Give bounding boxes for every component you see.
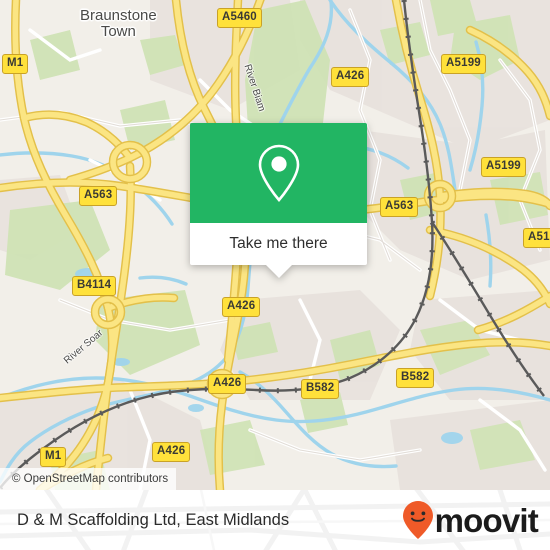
place-label-line2: Town	[100, 23, 136, 41]
take-me-there-button[interactable]: Take me there	[190, 223, 367, 278]
moovit-wordmark: moovit	[434, 501, 539, 539]
popup-image-panel	[190, 123, 367, 223]
location-popup-card[interactable]: Take me there	[190, 123, 367, 278]
road-shield-b4114: B4114	[72, 276, 117, 296]
footer-bar: D & M Scaffolding Ltd, East Midlands moo…	[0, 490, 550, 550]
road-shield-a426-mid: A426	[222, 297, 261, 317]
road-shield-a426-southwest: A426	[152, 442, 191, 462]
osm-attribution-text: © OpenStreetMap contributors	[12, 473, 169, 485]
road-shield-m1-north: M1	[2, 54, 29, 74]
take-me-there-label: Take me there	[229, 235, 328, 252]
location-title: D & M Scaffolding Ltd, East Midlands	[17, 490, 289, 550]
road-shield-b582-east: B582	[396, 368, 435, 388]
map-canvas[interactable]: Braunstone Town River Biam River Soar A5…	[0, 0, 550, 490]
location-pin-icon	[258, 144, 299, 202]
road-shield-a5199-mid: A5199	[481, 157, 526, 177]
moovit-logo[interactable]: moovit	[402, 490, 539, 550]
moovit-map-screenshot: Braunstone Town River Biam River Soar A5…	[0, 0, 550, 550]
popup-tail-pointer	[265, 265, 292, 278]
road-shield-a5199-edge: A519	[523, 228, 550, 248]
road-shield-a426-north: A426	[331, 67, 370, 87]
road-shield-a5460: A5460	[217, 8, 262, 28]
road-shield-a5199-north: A5199	[441, 54, 486, 74]
place-label-braunstone-town: Braunstone Town	[80, 7, 157, 41]
road-shield-m1-south: M1	[40, 447, 67, 467]
location-title-text: D & M Scaffolding Ltd, East Midlands	[17, 510, 290, 529]
moovit-pin-icon	[402, 501, 433, 539]
road-shield-b582-west: B582	[301, 379, 340, 399]
place-label-line1: Braunstone	[80, 7, 157, 24]
road-shield-a563-east: A563	[380, 197, 419, 217]
road-shield-a426-south: A426	[208, 374, 247, 394]
road-shield-a563-west: A563	[79, 186, 118, 206]
osm-attribution[interactable]: © OpenStreetMap contributors	[0, 468, 177, 490]
